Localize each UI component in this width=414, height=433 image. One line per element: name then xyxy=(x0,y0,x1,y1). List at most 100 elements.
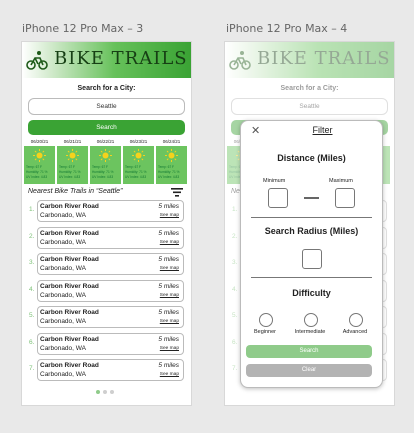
weather-uv: UV Index: 4.83 xyxy=(26,175,48,179)
trail-location: Carbonado, WA xyxy=(40,318,87,325)
weather-date: 06/24/21 xyxy=(162,139,181,144)
min-distance-input[interactable] xyxy=(268,188,288,208)
city-search-input[interactable]: Seattle xyxy=(28,98,185,115)
trail-number: 7. xyxy=(29,365,35,372)
sun-icon xyxy=(33,149,46,162)
divider xyxy=(251,277,372,278)
trail-number: 6. xyxy=(29,338,35,346)
phone-frame: BIKE TRAILS Search for a City: Seattle S… xyxy=(224,41,395,406)
trail-card[interactable]: Carbon River RoadCarbonado, WA 5 miles See… xyxy=(37,332,184,355)
filter-icon[interactable] xyxy=(171,188,183,197)
page-indicator xyxy=(96,390,120,395)
weather-uv: UV Index: 4.83 xyxy=(92,175,114,179)
trail-location: Carbonado, WA xyxy=(40,238,87,246)
intermediate-radio[interactable] xyxy=(304,313,318,327)
trail-card[interactable]: Carbon River RoadCarbonado, WA5 milesSee… xyxy=(37,226,184,249)
weather-uv: UV Index: 4.83 xyxy=(59,175,81,179)
weather-box: Temp: 67 FHumidity: 71 %UV Index: 4.83 xyxy=(156,146,187,184)
weather-date: 06/20/21 xyxy=(30,139,49,144)
page-dot[interactable] xyxy=(110,390,114,394)
trail-location: Carbonado, WA xyxy=(40,371,87,378)
trail-location: Carbonado, WA xyxy=(40,291,87,299)
weather-humidity: Humidity: 71 % xyxy=(125,170,147,174)
filter-modal: ✕ Filter Distance (Miles) Minimum Maximu… xyxy=(240,120,383,388)
sun-icon xyxy=(132,149,145,162)
trail-name: Carbon River Road xyxy=(40,335,99,343)
filter-title: Filter xyxy=(312,125,333,135)
see-map-link[interactable]: See map xyxy=(160,372,179,377)
filter-clear-button[interactable]: Clear xyxy=(246,364,372,377)
see-map-link[interactable]: See map xyxy=(160,346,179,351)
sun-icon xyxy=(99,149,112,162)
trail-card[interactable]: Carbon River RoadCarbonado, WA5 milesSee… xyxy=(37,306,184,328)
trail-distance: 5 miles xyxy=(158,309,179,316)
distance-title: Distance (Miles) xyxy=(277,153,346,163)
weather-temp: Temp: 67 F xyxy=(125,165,141,169)
advanced-radio[interactable] xyxy=(349,313,363,327)
trail-card[interactable]: Carbon River Road Carbonado, WA 5 miles See… xyxy=(37,359,184,381)
weather-temp: Temp: 67 F xyxy=(26,165,42,169)
cyclist-icon xyxy=(26,51,48,70)
trail-row[interactable]: 4. Carbon River RoadCarbonado, WA 5 miles S… xyxy=(22,279,191,302)
page-dot-active[interactable] xyxy=(96,390,100,394)
trail-row[interactable]: 7. Carbon River Road Carbonado, WA 5 miles S… xyxy=(22,359,191,381)
search-button[interactable]: Search xyxy=(28,120,185,135)
sun-icon xyxy=(66,149,79,162)
weather-humidity: Humidity: 71 % xyxy=(158,170,180,174)
trail-row[interactable]: 5. Carbon River Road Carbonado, WA 5 miles S… xyxy=(22,306,191,328)
trail-distance: 5 miles xyxy=(158,256,179,263)
see-map-link[interactable]: See map xyxy=(160,319,179,324)
trail-distance: 5 miles xyxy=(158,282,179,290)
see-map-link[interactable]: See map xyxy=(160,293,179,298)
see-map-link[interactable]: See map xyxy=(160,240,179,245)
trail-name: Carbon River Road xyxy=(40,362,99,369)
search-radius-input[interactable] xyxy=(302,249,322,269)
trail-name: Carbon River Road xyxy=(40,282,99,290)
weather-temp: Temp: 67 F xyxy=(158,165,174,169)
trail-number: 3. xyxy=(29,259,35,266)
intermediate-label: Intermediate xyxy=(294,329,326,335)
trail-location: Carbonado, WA xyxy=(40,344,87,352)
trail-card[interactable]: Carbon River RoadCarbonado, WA 5 miles See… xyxy=(37,279,184,302)
filter-search-button[interactable]: Search xyxy=(246,345,372,358)
weather-date: 06/23/21 xyxy=(129,139,148,144)
weather-date: 06/22/21 xyxy=(96,139,115,144)
difficulty-title: Difficulty xyxy=(292,288,331,298)
weather-humidity: Humidity: 71 % xyxy=(92,170,114,174)
see-map-link[interactable]: See map xyxy=(160,266,179,271)
trail-number: 4. xyxy=(29,285,35,293)
frame-label: iPhone 12 Pro Max – 4 xyxy=(226,22,348,35)
see-map-link[interactable]: See map xyxy=(160,213,179,218)
trail-card[interactable]: Carbon River RoadCarbonado, WA5 milesSee… xyxy=(37,200,184,222)
weather-humidity: Humidity: 71 % xyxy=(59,170,81,174)
trail-distance: 5 miles xyxy=(158,335,179,343)
weather-uv: UV Index: 4.83 xyxy=(158,175,180,179)
trail-distance: 5 miles xyxy=(158,203,179,210)
nearest-trails-title: Nearest Bike Trails in “Seattle” xyxy=(28,188,123,195)
weather-temp: Temp: 67 F xyxy=(92,165,108,169)
page-dot[interactable] xyxy=(103,390,107,394)
phone-frame: BIKE TRAILS Search for a City: Seattle S… xyxy=(21,41,192,406)
weather-card: 06/20/21 Temp: 67 FHumidity: 71 %UV Index… xyxy=(24,138,55,184)
trail-row[interactable]: 2. Carbon River RoadCarbonado, WA 5 miles S… xyxy=(22,226,191,249)
trail-name: Carbon River Road xyxy=(40,256,99,263)
weather-date: 06/21/21 xyxy=(63,139,82,144)
trail-distance: 5 miles xyxy=(158,229,179,237)
weather-box: Temp: 67 FHumidity: 71 %UV Index: 4.83 xyxy=(24,146,55,184)
brand-title: BIKE TRAILS xyxy=(54,48,188,69)
advanced-label: Advanced xyxy=(342,329,368,335)
beginner-radio[interactable] xyxy=(259,313,273,327)
max-distance-input[interactable] xyxy=(335,188,355,208)
trail-card[interactable]: Carbon River RoadCarbonado, WA5 milesSee… xyxy=(37,253,184,275)
app-header: BIKE TRAILS xyxy=(22,42,191,78)
trail-row[interactable]: 6. Carbon River RoadCarbonado, WA 5 miles S… xyxy=(22,332,191,355)
weather-box: Temp: 67 FHumidity: 71 %UV Index: 4.83 xyxy=(57,146,88,184)
weather-forecast: 06/20/21Temp: 67 FHumidity: 71 %UV Index… xyxy=(24,138,191,184)
trail-row[interactable]: 3. Carbon River Road Carbonado, WA 5 miles S… xyxy=(22,253,191,275)
trail-row[interactable]: 1. Carbon River Road Carbonado, WA 5 miles S… xyxy=(22,200,191,222)
trail-distance: 5 miles xyxy=(158,362,179,369)
trail-number: 1. xyxy=(29,206,35,213)
range-dash xyxy=(304,197,319,199)
beginner-label: Beginner xyxy=(253,329,277,335)
weather-box: Temp: 67 FHumidity: 71 %UV Index: 4.83 xyxy=(123,146,154,184)
